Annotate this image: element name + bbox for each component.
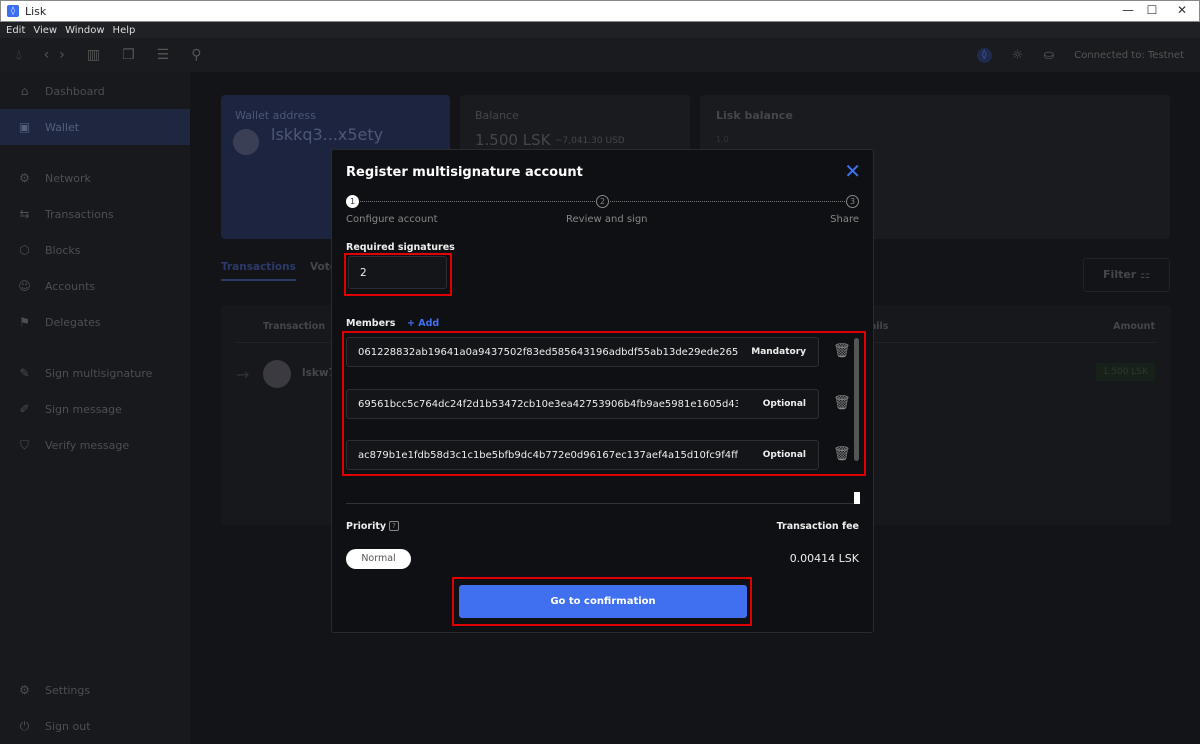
lisk-logo-icon: 💧︎: [16, 47, 22, 63]
member-type-toggle[interactable]: Optional: [763, 399, 806, 409]
menu-view[interactable]: View: [33, 25, 57, 36]
step-3-label: Share: [830, 214, 859, 225]
tab-transactions[interactable]: Transactions: [221, 261, 296, 281]
back-icon[interactable]: ‹: [44, 47, 50, 63]
sidebar-item-sign-out[interactable]: ⏻ Sign out: [0, 708, 190, 744]
member-key-input[interactable]: ac879b1e1fdb58d3c1c1be5bfb9dc4b772e0d961…: [346, 440, 819, 470]
trash-icon[interactable]: 🗑︎: [833, 343, 851, 359]
sign-message-icon: ✐: [19, 402, 30, 416]
priority-normal-button[interactable]: Normal: [346, 549, 411, 569]
sidebar-item-dashboard[interactable]: ⌂ Dashboard: [0, 73, 190, 109]
filter-button[interactable]: Filter ⚏: [1083, 258, 1170, 292]
menu-bar: Edit View Window Help: [0, 22, 1200, 38]
sign-multisignature-icon: ✎: [19, 366, 30, 380]
wallet-address: lskkq3...x5ety: [271, 125, 384, 144]
accounts-icon: ☺: [18, 279, 31, 293]
member-public-key[interactable]: 69561bcc5c764dc24f2d1b53472cb10e3ea42753…: [358, 399, 738, 410]
close-window-button[interactable]: ✕: [1164, 0, 1200, 20]
trash-icon[interactable]: 🗑︎: [833, 395, 851, 411]
sidebar-item-delegates[interactable]: ⚑ Delegates: [0, 304, 190, 340]
member-public-key[interactable]: 061228832ab19641a0a9437502f83ed585643196…: [358, 347, 738, 358]
fee-slider-track[interactable]: [346, 503, 859, 504]
help-icon[interactable]: ?: [389, 521, 399, 531]
transaction-fee-label: Transaction fee: [776, 521, 859, 532]
step-1: 1: [346, 195, 359, 208]
privacy-icon[interactable]: ⛀: [1043, 48, 1054, 63]
transactions-icon: ⇆: [19, 207, 30, 221]
fee-slider-handle[interactable]: [854, 492, 860, 504]
account-avatar: [263, 360, 291, 388]
search-icon[interactable]: ⚲: [191, 47, 201, 63]
members-label: Members: [346, 318, 396, 329]
member-key-input[interactable]: 061228832ab19641a0a9437502f83ed585643196…: [346, 337, 819, 367]
bookmarks-icon[interactable]: ❐: [122, 47, 135, 63]
forward-icon[interactable]: ›: [59, 47, 65, 63]
delegates-icon: ⚑: [19, 315, 30, 329]
top-right-controls: ◊ ☼ ⛀ Connected to: Testnet: [976, 38, 1184, 72]
sidebar: ⌂ Dashboard ▣ Wallet ⚙ Network ⇆ Transactions ⬡ B…: [0, 72, 190, 744]
dashboard-icon: ⌂: [20, 84, 29, 98]
sidebar-item-wallet[interactable]: ▣ Wallet: [0, 109, 190, 145]
member-key-input[interactable]: 69561bcc5c764dc24f2d1b53472cb10e3ea42753…: [346, 389, 819, 419]
members-scrollbar[interactable]: [854, 338, 859, 461]
trash-icon[interactable]: 🗑︎: [833, 446, 851, 462]
theme-icon[interactable]: ☼: [1012, 48, 1024, 63]
close-icon[interactable]: ✕: [844, 159, 861, 183]
wallet-icon: ▣: [18, 120, 31, 134]
modal-title: Register multisignature account: [346, 165, 583, 180]
sidebar-item-settings[interactable]: ⚙ Settings: [0, 672, 190, 708]
member-type-toggle[interactable]: Mandatory: [751, 347, 806, 357]
sidebar-item-network[interactable]: ⚙ Network: [0, 160, 190, 196]
filter-icon: ⚏: [1140, 268, 1150, 281]
member-type-toggle[interactable]: Optional: [763, 450, 806, 460]
title-bar: ◊ Lisk: [0, 0, 1200, 22]
add-member-link[interactable]: + Add: [407, 318, 439, 329]
verify-message-icon: ⛉: [19, 437, 29, 452]
member-public-key[interactable]: ac879b1e1fdb58d3c1c1be5bfb9dc4b772e0d961…: [358, 450, 738, 461]
priority-label: Priority: [346, 521, 387, 532]
sidebar-item-blocks[interactable]: ⬡ Blocks: [0, 232, 190, 268]
menu-edit[interactable]: Edit: [6, 25, 25, 36]
step-3: 3: [846, 195, 859, 208]
menu-help[interactable]: Help: [113, 25, 136, 36]
sidebar-item-sign-multisignature[interactable]: ✎ Sign multisignature: [0, 355, 190, 391]
network-icon: ⚙: [19, 171, 30, 185]
required-signatures-label: Required signatures: [346, 242, 455, 253]
sidebar-item-sign-message[interactable]: ✐ Sign message: [0, 391, 190, 427]
required-signatures-input[interactable]: 2: [348, 256, 447, 289]
step-2-label: Review and sign: [566, 214, 648, 225]
network-status[interactable]: Connected to: Testnet: [1074, 50, 1184, 61]
pending-icon[interactable]: ☰: [157, 47, 170, 63]
lisk-token-icon[interactable]: ◊: [976, 47, 992, 63]
transaction-fee-value: 0.00414 LSK: [789, 552, 859, 565]
sidebar-toggle-icon[interactable]: ▥: [87, 47, 100, 63]
stepper: 1 2 3: [346, 195, 859, 213]
blocks-icon: ⬡: [19, 243, 30, 257]
wallet-avatar: [233, 129, 259, 155]
incoming-arrow-icon: →: [236, 365, 250, 384]
settings-icon: ⚙: [19, 683, 30, 697]
go-to-confirmation-button[interactable]: Go to confirmation: [459, 585, 747, 618]
window-title: Lisk: [25, 4, 47, 18]
sidebar-item-transactions[interactable]: ⇆ Transactions: [0, 196, 190, 232]
menu-window[interactable]: Window: [65, 25, 104, 36]
step-2: 2: [596, 195, 609, 208]
power-icon: ⏻: [19, 718, 30, 733]
lisk-app-icon: ◊: [7, 5, 19, 17]
register-multisignature-modal: Register multisignature account ✕ 1 2 3 …: [331, 149, 874, 633]
step-1-label: Configure account: [346, 214, 438, 225]
sidebar-item-verify-message[interactable]: ⛉ Verify message: [0, 427, 190, 463]
sidebar-item-accounts[interactable]: ☺ Accounts: [0, 268, 190, 304]
